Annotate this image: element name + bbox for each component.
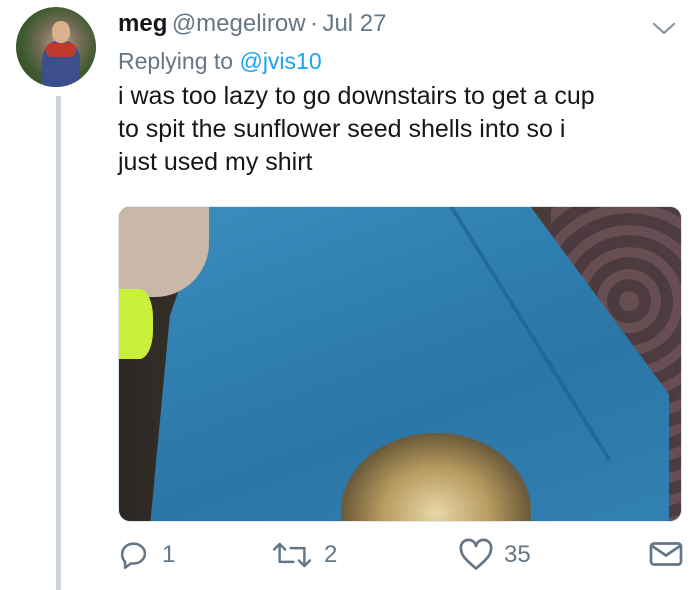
tweet-header: meg @megelirow · Jul 27	[118, 10, 682, 44]
tweet-text: i was too lazy to go downstairs to get a…	[118, 80, 678, 179]
replying-to-line: Replying to @jvis10	[118, 48, 322, 75]
replying-to-label: Replying to	[118, 48, 234, 74]
photo-seed-shells	[341, 433, 531, 521]
tweet-text-line: i was too lazy to go downstairs to get a…	[118, 82, 595, 110]
avatar[interactable]	[16, 7, 96, 87]
tweet-actions: 1 2 35	[118, 538, 688, 578]
heart-icon	[459, 538, 493, 570]
chevron-down-icon[interactable]	[652, 22, 676, 36]
reply-count: 1	[162, 541, 176, 568]
envelope-icon	[649, 542, 683, 566]
retweet-icon	[272, 542, 312, 568]
tweet-text-line: to spit the sunflower seed shells into s…	[118, 115, 566, 143]
thread-line	[56, 96, 61, 590]
user-handle[interactable]: @megelirow	[172, 10, 306, 37]
direct-message-button[interactable]	[648, 538, 684, 570]
avatar-figure-head	[52, 21, 70, 43]
retweet-count: 2	[324, 541, 338, 568]
reply-icon	[120, 542, 147, 570]
like-button[interactable]: 35	[458, 538, 531, 572]
tweet-photo[interactable]	[118, 206, 682, 522]
avatar-figure-scarf	[46, 43, 76, 57]
tweet-date[interactable]: Jul 27	[322, 10, 386, 37]
separator-dot: ·	[310, 10, 318, 37]
like-count: 35	[504, 541, 531, 568]
tweet-text-line: just used my shirt	[118, 148, 313, 176]
display-name[interactable]: meg	[118, 10, 167, 37]
reply-button[interactable]: 1	[118, 538, 175, 572]
replying-to-mention[interactable]: @jvis10	[239, 48, 321, 74]
photo-green-toy	[119, 289, 153, 359]
retweet-button[interactable]: 2	[270, 538, 337, 572]
